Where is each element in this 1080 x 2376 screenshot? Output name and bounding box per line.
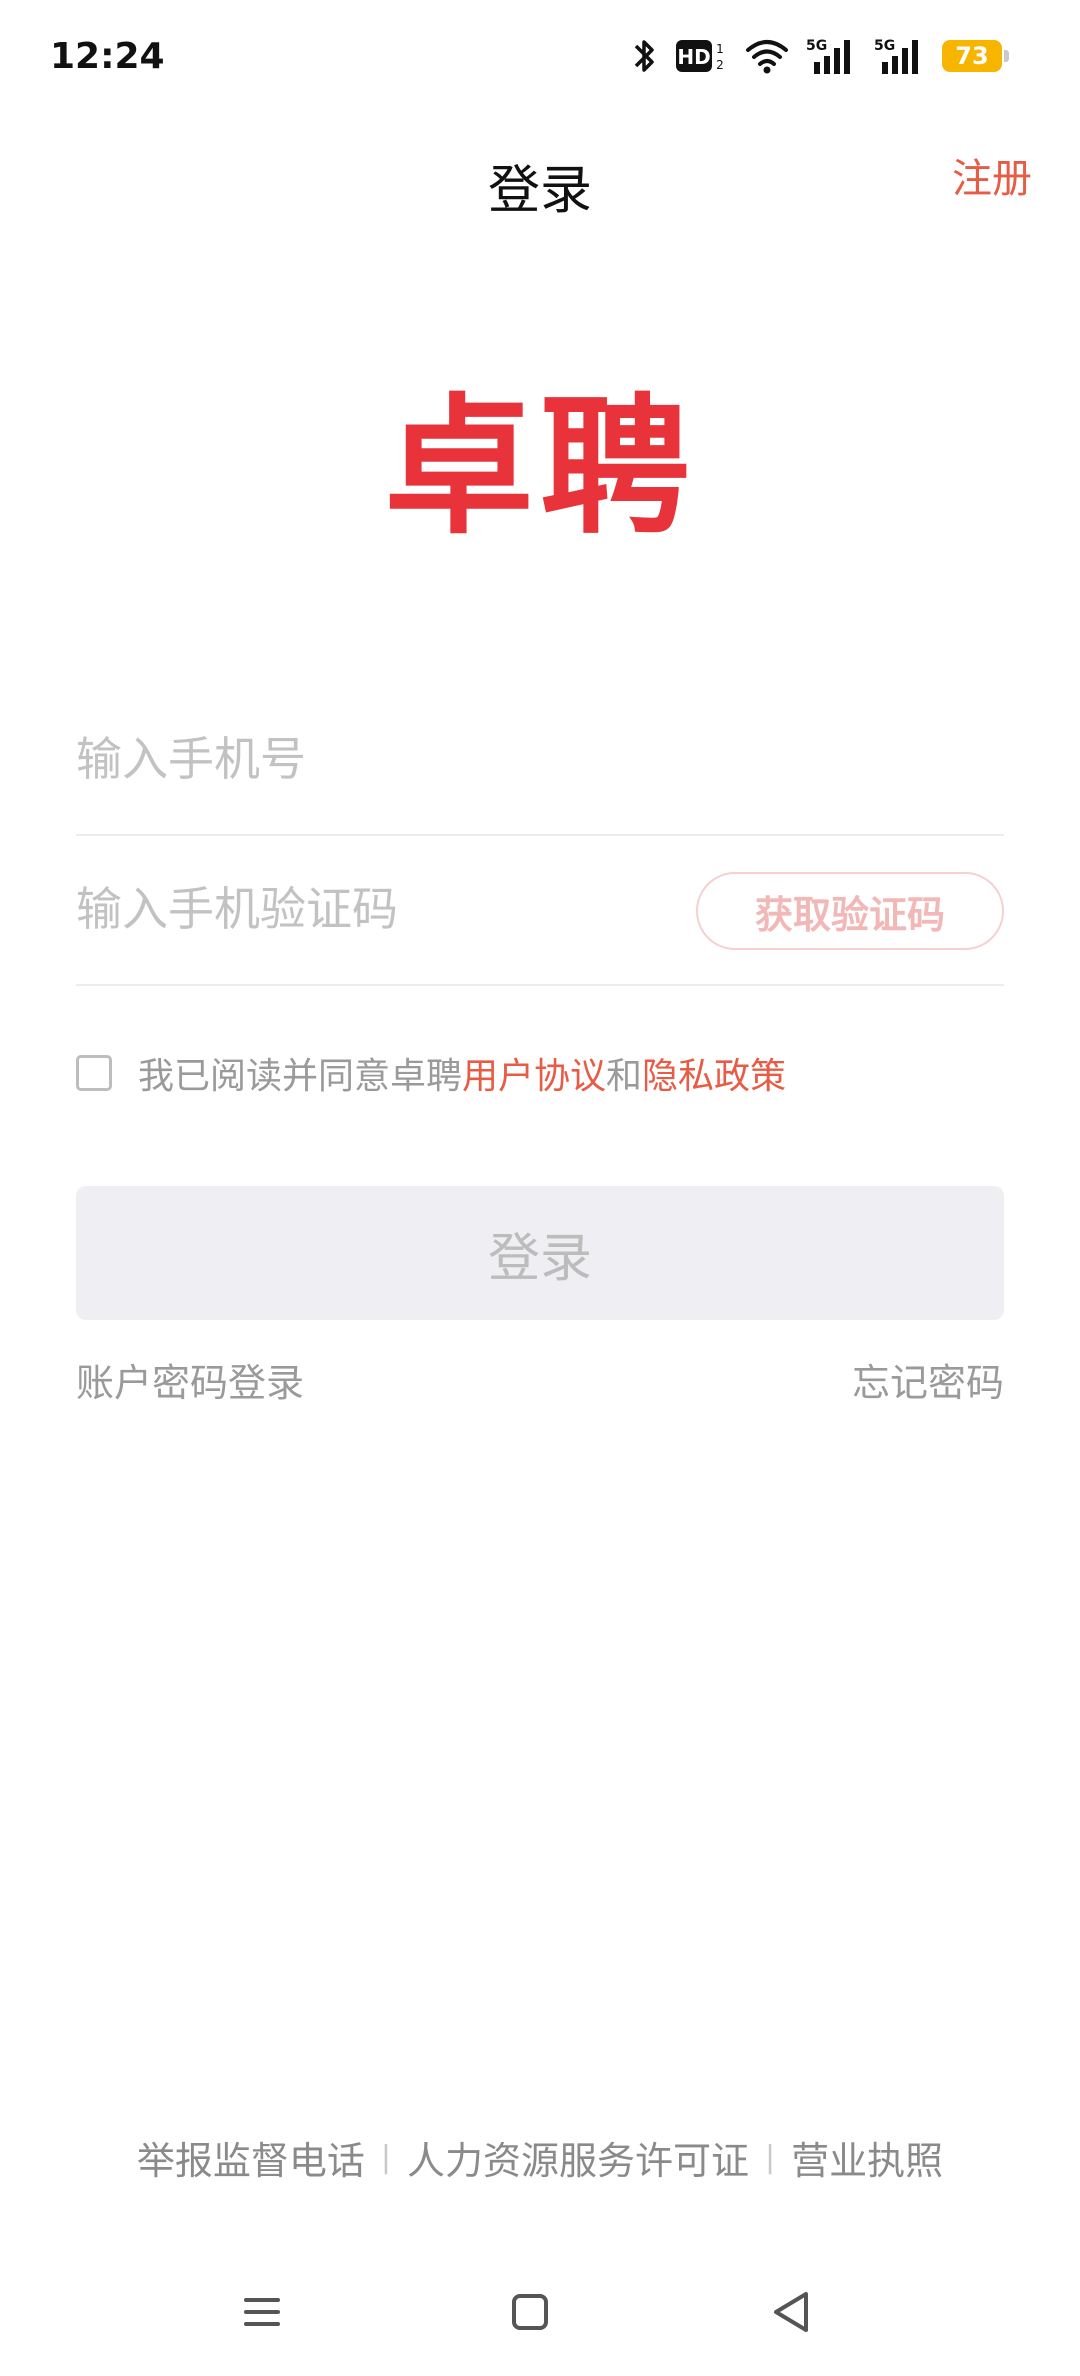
back-icon[interactable] <box>762 2282 822 2342</box>
svg-text:5G: 5G <box>806 38 827 54</box>
svg-text:2: 2 <box>716 58 724 72</box>
code-field: 获取验证码 <box>76 836 1004 986</box>
svg-text:HD: HD <box>677 45 710 69</box>
phone-field <box>76 686 1004 836</box>
forgot-password-link[interactable]: 忘记密码 <box>852 1352 1004 1407</box>
login-button[interactable]: 登录 <box>76 1186 1004 1320</box>
password-login-link[interactable]: 账户密码登录 <box>76 1352 304 1407</box>
phone-input[interactable] <box>76 686 676 832</box>
agreement-checkbox[interactable] <box>76 1055 112 1091</box>
agreement-text: 我已阅读并同意卓聘 <box>138 1056 463 1097</box>
hr-license-link[interactable]: 人力资源服务许可证 <box>407 2130 749 2185</box>
status-icons: HD 1 2 5G 5G 73 <box>630 34 1009 78</box>
register-link[interactable]: 注册 <box>952 146 1032 204</box>
user-agreement-link[interactable]: 用户协议 <box>462 1047 606 1099</box>
svg-text:5G: 5G <box>874 38 895 54</box>
home-icon[interactable] <box>500 2282 560 2342</box>
bluetooth-icon <box>630 36 658 76</box>
footer-separator: | <box>765 2140 776 2175</box>
status-time: 12:24 <box>50 36 165 77</box>
5g-signal-icon: 5G <box>874 36 926 76</box>
status-bar: 12:24 HD 1 2 5G 5G 73 <box>0 0 1080 120</box>
menu-icon[interactable] <box>232 2282 292 2342</box>
business-license-link[interactable]: 营业执照 <box>791 2130 943 2185</box>
login-screen: 12:24 HD 1 2 5G 5G 73 登录 注册 卓聘 输入手机号 输入手… <box>0 0 1080 2376</box>
footer-links: 举报监督电话 | 人力资源服务许可证 | 营业执照 <box>0 2130 1080 2185</box>
system-nav-bar <box>0 2260 1080 2360</box>
agreement-row: 我已阅读并同意卓聘 用户协议 和 隐私政策 <box>76 1048 786 1098</box>
footer-separator: | <box>380 2140 391 2175</box>
battery-icon: 73 <box>942 40 1009 72</box>
page-title: 登录 <box>487 161 592 221</box>
get-code-button[interactable]: 获取验证码 <box>696 872 1004 950</box>
wifi-icon <box>744 36 790 76</box>
svg-text:1: 1 <box>716 42 724 56</box>
privacy-policy-link[interactable]: 隐私政策 <box>642 1047 786 1099</box>
agreement-and-text: 和 <box>606 1056 643 1097</box>
verification-code-input[interactable] <box>76 836 676 982</box>
hd-icon: HD 1 2 <box>674 36 728 76</box>
report-phone-link[interactable]: 举报监督电话 <box>137 2130 365 2185</box>
app-logo: 卓聘 <box>383 381 696 555</box>
5g-signal-icon: 5G <box>806 36 858 76</box>
